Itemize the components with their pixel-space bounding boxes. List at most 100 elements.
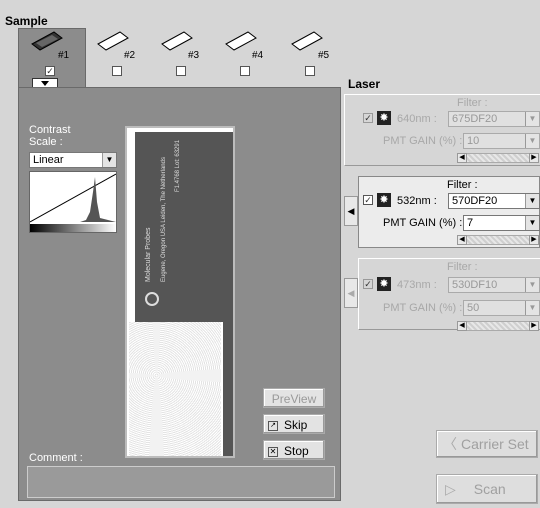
laser-title: Laser: [348, 77, 381, 91]
slide-preview: Molecular Probes Eugene, Oregon USA Leid…: [125, 126, 235, 458]
gain-label: PMT GAIN (%) :: [383, 135, 463, 147]
slide-5-checkbox[interactable]: [305, 66, 315, 76]
laser-640-gain-value: 10: [467, 135, 480, 147]
slide-label: #2: [124, 50, 136, 61]
chevron-down-icon: ▼: [525, 134, 539, 148]
slide-icon: [225, 31, 257, 51]
carrier-set-label: Carrier Set: [461, 436, 529, 452]
chevron-down-icon: ▼: [525, 301, 539, 315]
laser-473-filter-select[interactable]: 530DF10 ▼: [448, 277, 540, 293]
chevron-down-icon: ▼: [525, 194, 539, 208]
logo-icon: [145, 292, 159, 306]
slide-icon: [161, 31, 193, 51]
laser-532-filter-value: 570DF20: [452, 195, 498, 207]
chevron-down-icon: ▼: [525, 216, 539, 230]
laser-532-filter-select[interactable]: 570DF20 ▼: [448, 193, 540, 209]
slide-label-area: Molecular Probes Eugene, Oregon USA Leid…: [135, 132, 223, 322]
laser-640-filter-value: 675DF20: [452, 113, 498, 125]
contrast-label-line1: Contrast: [29, 124, 71, 136]
filter-label: Filter :: [447, 179, 478, 191]
stop-button[interactable]: ✕ Stop: [263, 440, 325, 460]
carrier-set-button[interactable]: 〈 Carrier Set: [436, 430, 538, 458]
slide-address-text: Eugene, Oregon USA Leiden, The Netherlan…: [161, 157, 167, 282]
laser-640-gain-slider[interactable]: ◀ ▶: [457, 153, 539, 163]
scan-button[interactable]: ▷ Scan: [436, 474, 538, 504]
laser-473-panel: Filter : ✸ 473nm : 530DF10 ▼ PMT GAIN (%)…: [358, 258, 540, 331]
skip-icon: ↗: [268, 420, 278, 431]
slide-2-checkbox[interactable]: [112, 66, 122, 76]
laser-473-wavelength: 473nm :: [397, 279, 437, 291]
slide-icon: [31, 31, 63, 51]
stop-icon: ✕: [268, 446, 278, 457]
sample-title: Sample: [5, 14, 48, 28]
laser-532-gain-select[interactable]: 7 ▼: [463, 215, 540, 231]
laser-640-panel: Filter : ✸ 640nm : 675DF20 ▼ PMT GAIN (%)…: [344, 94, 540, 166]
laser-473-gain-slider[interactable]: ◀ ▶: [457, 321, 539, 331]
chevron-down-icon: ▼: [525, 112, 539, 126]
skip-button[interactable]: ↗ Skip: [263, 414, 325, 434]
slider-left-icon: ◀: [457, 321, 467, 331]
laser-473-tab[interactable]: ◀: [344, 278, 358, 308]
laser-532-wavelength: 532nm :: [397, 195, 437, 207]
chevron-left-icon: 〈: [443, 436, 457, 452]
laser-532-gain-slider[interactable]: ◀ ▶: [457, 235, 539, 245]
stop-label: Stop: [284, 444, 309, 458]
scan-label: Scan: [473, 481, 506, 497]
slider-right-icon: ▶: [529, 321, 539, 331]
slide-1[interactable]: #1: [30, 30, 69, 61]
slider-left-icon: ◀: [457, 235, 467, 245]
slide-label: #3: [188, 50, 200, 61]
slide-brand-text: Molecular Probes: [145, 227, 152, 282]
comment-field[interactable]: [27, 466, 335, 498]
contrast-label: Contrast Scale :: [29, 124, 71, 148]
laser-473-filter-value: 530DF10: [452, 279, 498, 291]
laser-icon: ✸: [377, 111, 391, 125]
slide-lot-text: F1.4768 Lot: 63291: [175, 139, 181, 192]
chevron-left-icon: ◀: [347, 288, 355, 298]
laser-473-checkbox[interactable]: [363, 279, 373, 289]
play-icon: ▷: [445, 481, 456, 497]
slide-label: #5: [318, 50, 330, 61]
slide-label: #4: [252, 50, 264, 61]
laser-640-filter-select[interactable]: 675DF20 ▼: [448, 111, 540, 127]
histogram-gradient: [30, 224, 116, 232]
slider-right-icon: ▶: [529, 153, 539, 163]
laser-640-wavelength: 640nm :: [397, 113, 437, 125]
chevron-left-icon: ◀: [347, 206, 355, 216]
slide-icon: [97, 31, 129, 51]
slide-1-checkbox[interactable]: [45, 66, 55, 76]
slide-5[interactable]: #5: [290, 30, 329, 61]
histogram[interactable]: [29, 171, 117, 233]
slide-edge: [223, 132, 233, 456]
chevron-down-icon: ▼: [525, 278, 539, 292]
laser-473-gain-select[interactable]: 50 ▼: [463, 300, 540, 316]
chevron-down-icon: [41, 81, 49, 86]
laser-640-checkbox[interactable]: [363, 113, 373, 123]
laser-640-gain-select[interactable]: 10 ▼: [463, 133, 540, 149]
histogram-plot: [29, 173, 117, 223]
laser-532-panel: Filter : ✸ 532nm : 570DF20 ▼ PMT GAIN (%)…: [358, 176, 540, 248]
slide-4[interactable]: #4: [224, 30, 263, 61]
preview-button[interactable]: PreView: [263, 388, 325, 408]
laser-532-gain-value: 7: [467, 217, 474, 229]
slide-3-checkbox[interactable]: [176, 66, 186, 76]
gain-label: PMT GAIN (%) :: [383, 302, 463, 314]
laser-icon: ✸: [377, 193, 391, 207]
contrast-scale-value: Linear: [33, 154, 64, 166]
filter-label: Filter :: [457, 97, 488, 109]
chevron-down-icon: ▼: [102, 153, 116, 167]
comment-label: Comment :: [29, 452, 83, 464]
contrast-scale-select[interactable]: Linear ▼: [29, 152, 117, 168]
slide-3[interactable]: #3: [160, 30, 199, 61]
contrast-label-line2: Scale :: [29, 136, 63, 148]
slide-4-checkbox[interactable]: [240, 66, 250, 76]
skip-label: Skip: [284, 418, 308, 432]
gain-label: PMT GAIN (%) :: [383, 217, 463, 229]
slide-label: #1: [58, 50, 70, 61]
laser-473-gain-value: 50: [467, 302, 480, 314]
laser-532-checkbox[interactable]: [363, 195, 373, 205]
slider-right-icon: ▶: [529, 235, 539, 245]
slide-2[interactable]: #2: [96, 30, 135, 61]
sample-panel: Contrast Scale : Linear ▼ Molecular Prob…: [18, 87, 341, 501]
laser-532-tab[interactable]: ◀: [344, 196, 358, 226]
